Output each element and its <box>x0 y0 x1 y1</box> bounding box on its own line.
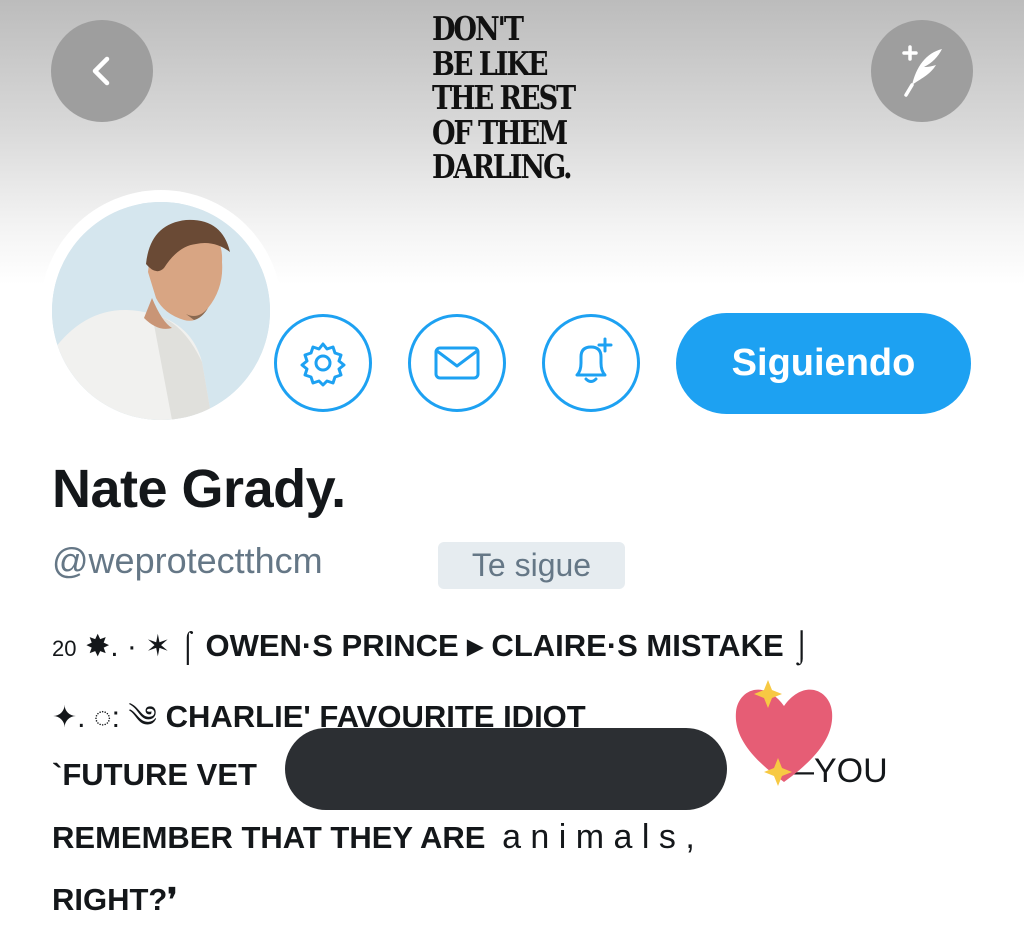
quote-line: DARLING. <box>432 147 573 186</box>
quote-line: BE LIKE <box>432 43 548 83</box>
avatar[interactable] <box>52 202 270 420</box>
bio-line-1: 20 ✸. · ✶ ⌠ OWEN·S PRINCE ▸ CLAIRE·S MIS… <box>52 628 811 664</box>
banner-quote: DON'T BE LIKE THE REST OF THEM DARLING. <box>432 9 580 186</box>
bio-age: 20 <box>52 636 77 661</box>
profile-handle[interactable]: @weprotectthcm <box>52 540 323 582</box>
gear-icon <box>300 342 346 387</box>
settings-button[interactable] <box>274 314 372 412</box>
sparkling-heart-icon <box>735 680 833 786</box>
compose-tweet-button[interactable] <box>871 20 973 122</box>
redaction-bar <box>285 728 727 810</box>
feather-plus-icon <box>902 45 942 97</box>
bio-line-4: REMEMBER THAT THEY ARE a n i m a l s , <box>52 818 695 857</box>
quote-line: OF THEM <box>432 112 568 152</box>
bell-plus-icon <box>575 337 613 383</box>
following-button[interactable]: Siguiendo <box>676 313 971 414</box>
back-button[interactable] <box>51 20 153 122</box>
quote-line: DON'T <box>432 9 524 48</box>
bio-text: OWEN·S PRINCE ▸ CLAIRE·S MISTAKE ⌡ <box>205 628 811 663</box>
envelope-icon <box>434 346 480 380</box>
bio-spaced-text: a n i m a l s , <box>502 818 695 856</box>
notifications-button[interactable] <box>542 314 640 412</box>
bio-line-3-start: `FUTURE VET <box>52 757 257 792</box>
message-button[interactable] <box>408 314 506 412</box>
quote-line: THE REST <box>432 78 576 117</box>
bio-symbols: ✸. · ✶ ⌠ <box>85 630 197 663</box>
profile-name: Nate Grady. <box>52 459 346 519</box>
bio-text: REMEMBER THAT THEY ARE <box>52 820 486 855</box>
avatar-photo <box>52 202 270 420</box>
chevron-left-icon <box>92 56 110 86</box>
bio-symbols: ✦. ◌: ༄ <box>52 701 157 734</box>
follows-you-badge: Te sigue <box>438 542 625 589</box>
bio-line-5: RIGHT?❜ <box>52 882 178 917</box>
